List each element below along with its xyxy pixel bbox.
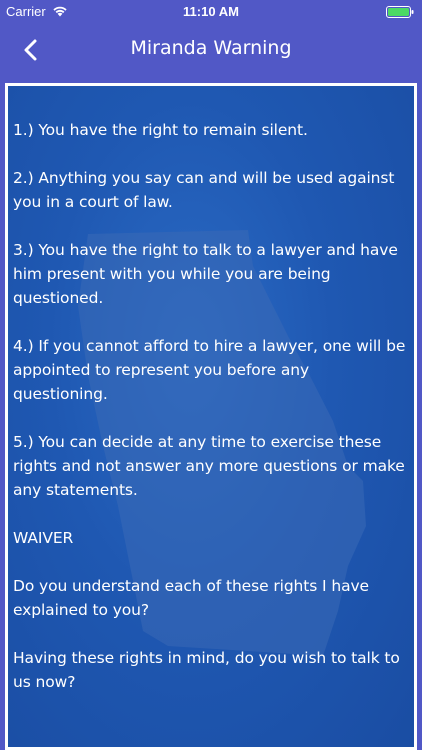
status-bar: Carrier 11:10 AM xyxy=(0,0,422,24)
paragraph-right-silent: 1.) You have the right to remain silent. xyxy=(13,121,308,139)
warning-text-panel[interactable]: 1.) You have the right to remain silent.… xyxy=(8,86,414,747)
battery-icon xyxy=(386,6,414,18)
status-time: 11:10 AM xyxy=(183,4,239,19)
content-frame: 1.) You have the right to remain silent.… xyxy=(5,83,417,750)
miranda-text: 1.) You have the right to remain silent.… xyxy=(8,86,414,694)
nav-bar: Miranda Warning xyxy=(0,24,422,76)
paragraph-understand: Do you understand each of these rights I… xyxy=(13,577,369,619)
header: Carrier 11:10 AM Miranda Warning xyxy=(0,0,422,80)
paragraph-right-lawyer: 3.) You have the right to talk to a lawy… xyxy=(13,241,398,307)
page-title: Miranda Warning xyxy=(130,37,292,59)
paragraph-appointed-lawyer: 4.) If you cannot afford to hire a lawye… xyxy=(13,337,406,403)
waiver-heading: WAIVER xyxy=(13,529,74,547)
paragraph-exercise-rights: 5.) You can decide at any time to exerci… xyxy=(13,433,405,499)
paragraph-wish-to-talk: Having these rights in mind, do you wish… xyxy=(13,649,400,691)
paragraph-used-against: 2.) Anything you say can and will be use… xyxy=(13,169,395,211)
